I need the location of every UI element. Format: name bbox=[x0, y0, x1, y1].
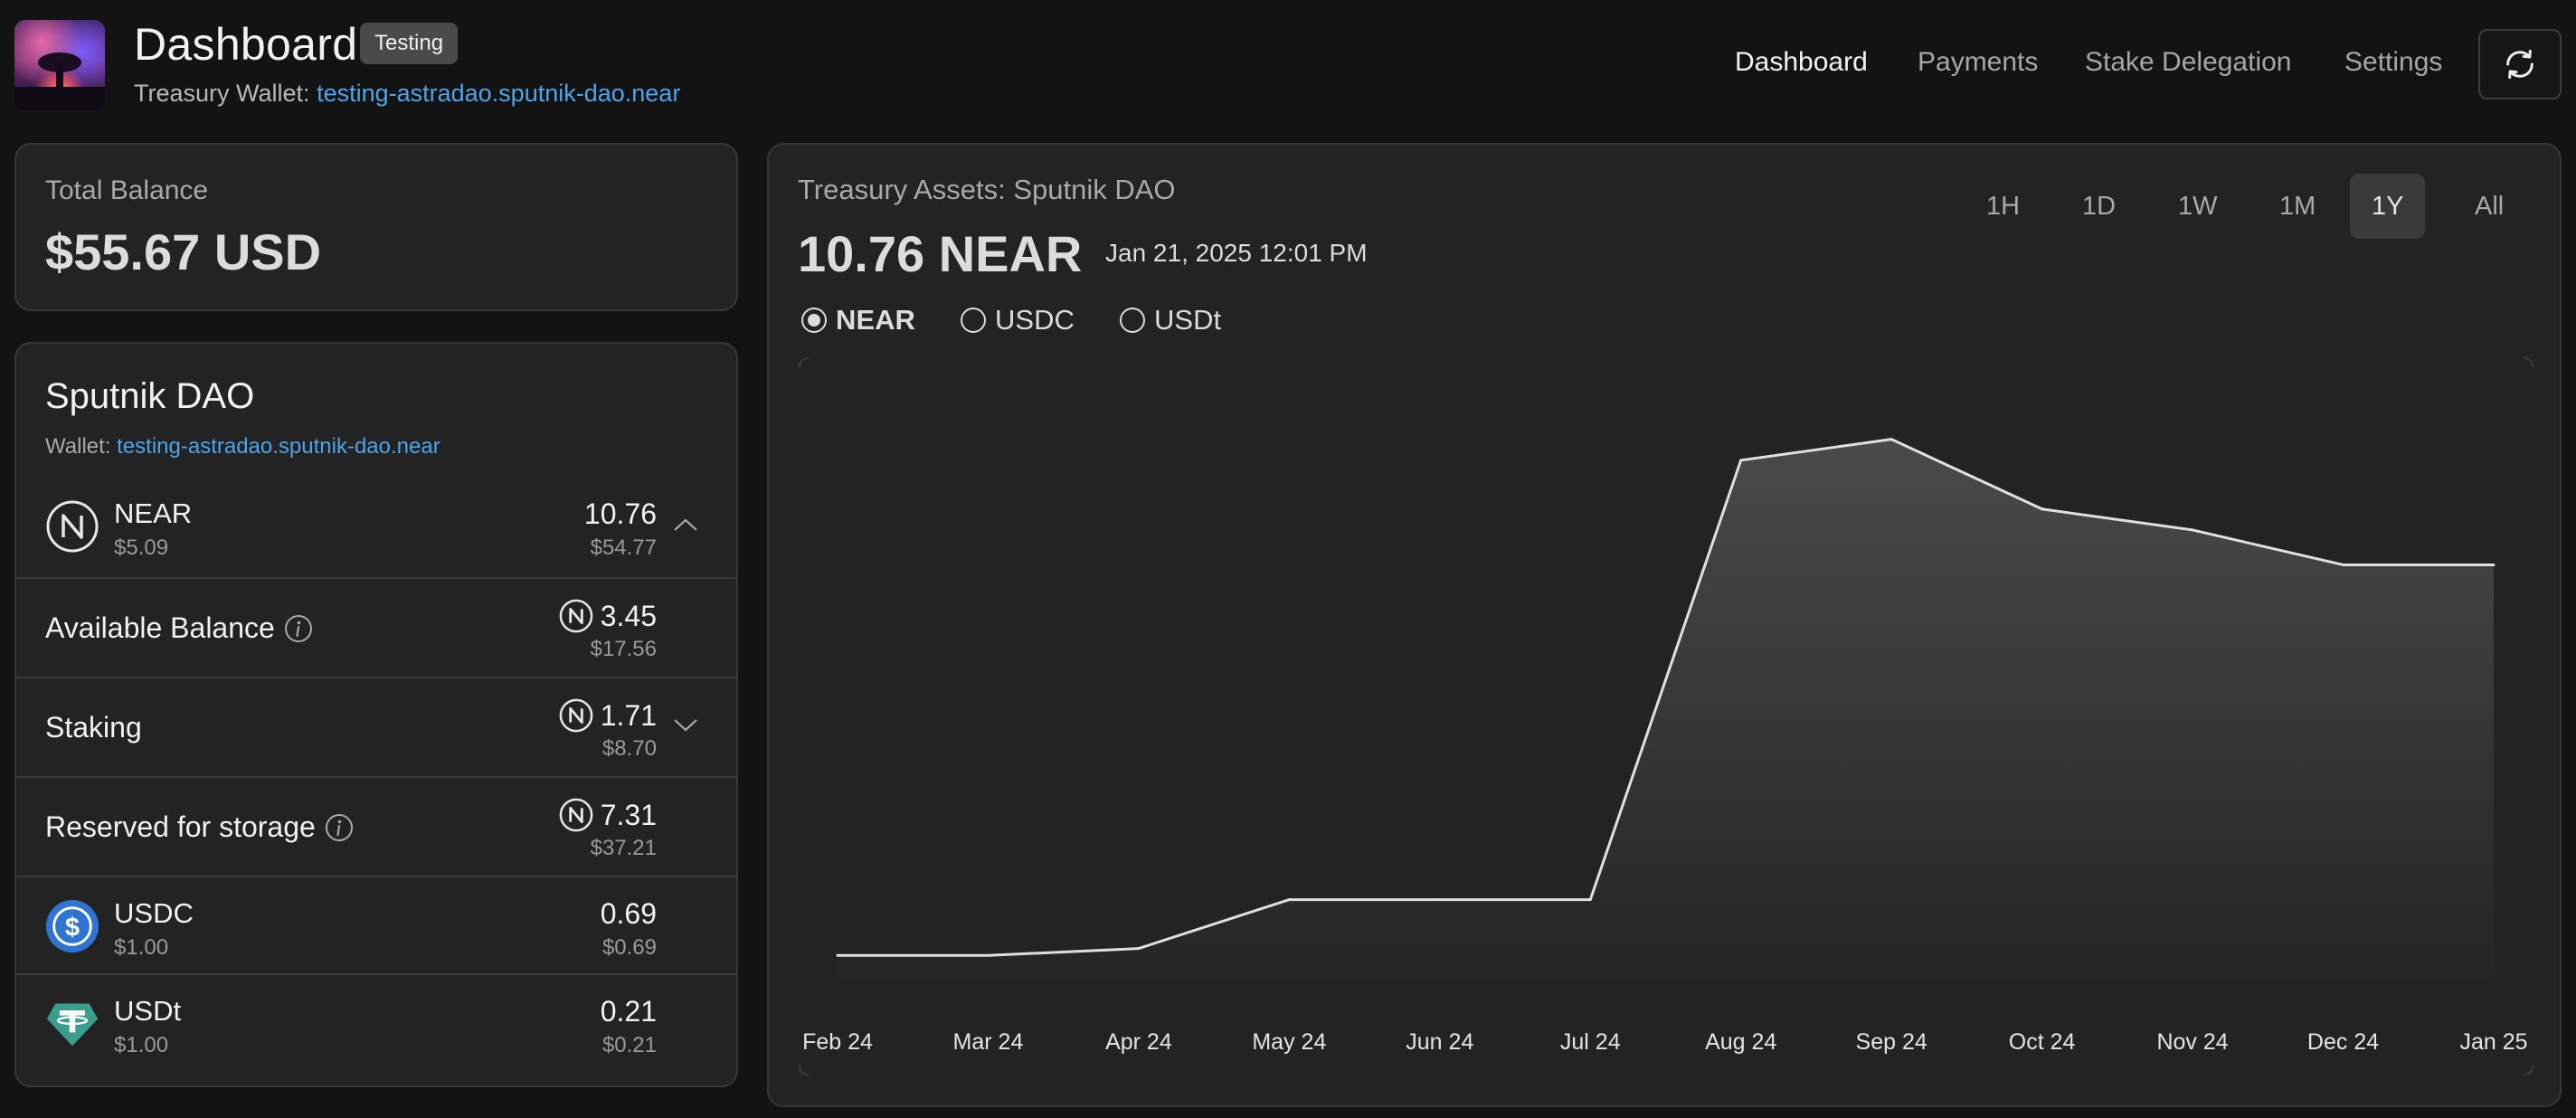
app-header: Dashboard Testing Treasury Wallet: testi… bbox=[0, 0, 2576, 136]
chart-point[interactable] bbox=[985, 952, 990, 958]
chart-point[interactable] bbox=[1286, 897, 1292, 903]
reserved-usd: $37.21 bbox=[590, 836, 657, 860]
total-balance-card: Total Balance $55.67 USD bbox=[14, 143, 738, 311]
asset-row-near[interactable]: NEAR $5.09 10.76 $54.77 bbox=[16, 478, 736, 577]
chart-point[interactable] bbox=[1437, 897, 1443, 903]
total-balance-value: $55.67 USD bbox=[45, 223, 322, 280]
near-available-balance-row: Available Balance 3.45 $17.56 bbox=[16, 577, 736, 677]
asset-price: $1.00 bbox=[114, 935, 169, 960]
staking-amount: 1.71 bbox=[559, 698, 657, 733]
asset-amount: 0.21 bbox=[600, 995, 657, 1028]
x-axis-tick-label: Apr 24 bbox=[1105, 1029, 1172, 1055]
dao-name: Sputnik DAO bbox=[45, 376, 255, 416]
chart-point[interactable] bbox=[1738, 458, 1744, 463]
asset-name: USDC bbox=[114, 897, 194, 929]
dao-wallet-label: Wallet: bbox=[45, 434, 111, 459]
page-title: Dashboard bbox=[134, 19, 358, 70]
treasury-wallet-link[interactable]: testing-astradao.sputnik-dao.near bbox=[317, 80, 680, 107]
asset-price: $5.09 bbox=[114, 535, 169, 560]
dao-assets-card: Sputnik DAO Wallet: testing-astradao.spu… bbox=[14, 342, 738, 1087]
dao-wallet: Wallet: testing-astradao.sputnik-dao.nea… bbox=[45, 434, 440, 460]
chevron-down-icon[interactable] bbox=[671, 711, 700, 740]
chart-corner bbox=[799, 357, 810, 368]
chart-point[interactable] bbox=[1587, 897, 1593, 903]
total-balance-label: Total Balance bbox=[45, 175, 209, 205]
environment-badge: Testing bbox=[360, 23, 459, 64]
info-icon[interactable] bbox=[284, 614, 313, 643]
asset-row-usdc[interactable]: $ USDC $1.00 0.69 $0.69 bbox=[16, 876, 736, 975]
chart-point[interactable] bbox=[2341, 562, 2346, 567]
available-amount: 3.45 bbox=[559, 599, 657, 633]
chart-area-fill bbox=[838, 439, 2494, 1003]
asset-usd-value: $0.21 bbox=[601, 1033, 657, 1057]
asset-name: USDt bbox=[114, 995, 182, 1027]
asset-row-usdt[interactable]: USDt $1.00 0.21 $0.21 bbox=[16, 973, 736, 1073]
chart-corner bbox=[2523, 357, 2533, 368]
balance-area-chart[interactable]: Feb 24 Mar 24 Apr 24 May 24 Jun 24 Jul 24 Aug … bbox=[769, 145, 2563, 1109]
asset-name: NEAR bbox=[114, 497, 193, 529]
near-icon bbox=[559, 698, 593, 733]
staking-usd: $8.70 bbox=[601, 736, 657, 761]
chart-point[interactable] bbox=[1889, 437, 1894, 442]
chart-corner bbox=[799, 1065, 810, 1075]
chart-point[interactable] bbox=[2190, 527, 2195, 533]
near-reserved-storage-row: Reserved for storage 7.31 $37.21 bbox=[16, 776, 736, 876]
reserved-storage-label: Reserved for storage bbox=[45, 810, 354, 844]
available-balance-label: Available Balance bbox=[45, 611, 313, 645]
asset-amount: 10.76 bbox=[583, 497, 657, 530]
x-axis-tick-label: Nov 24 bbox=[2156, 1029, 2228, 1055]
usdt-icon bbox=[45, 997, 99, 1051]
dao-logo bbox=[14, 20, 105, 110]
x-axis-tick-label: Oct 24 bbox=[2009, 1029, 2076, 1055]
chart-point[interactable] bbox=[2491, 562, 2496, 567]
svg-text:$: $ bbox=[65, 914, 80, 943]
x-axis-tick-label: Aug 24 bbox=[1705, 1029, 1776, 1055]
near-staking-row[interactable]: Staking 1.71 $8.70 bbox=[16, 677, 736, 776]
asset-usd-value: $54.77 bbox=[590, 535, 657, 560]
x-axis-tick-label: May 24 bbox=[1252, 1029, 1326, 1055]
refresh-button[interactable] bbox=[2478, 29, 2562, 99]
refresh-icon bbox=[2506, 49, 2533, 80]
treasury-chart-card: Treasury Assets: Sputnik DAO 10.76 NEAR … bbox=[767, 143, 2562, 1107]
chart-corner bbox=[2523, 1065, 2533, 1075]
nav-dashboard[interactable]: Dashboard bbox=[1735, 47, 1868, 78]
treasury-wallet: Treasury Wallet: testing-astradao.sputni… bbox=[134, 80, 680, 108]
near-icon bbox=[559, 798, 593, 832]
info-icon[interactable] bbox=[325, 813, 354, 842]
near-icon bbox=[559, 599, 593, 633]
asset-usd-value: $0.69 bbox=[601, 935, 657, 960]
x-axis-tick-label: Sep 24 bbox=[1856, 1029, 1927, 1055]
usdc-icon: $ bbox=[45, 899, 99, 953]
asset-price: $1.00 bbox=[114, 1033, 169, 1057]
available-usd: $17.56 bbox=[590, 637, 657, 661]
x-axis-tick-label: Jun 24 bbox=[1406, 1029, 1473, 1055]
chart-point[interactable] bbox=[1136, 946, 1141, 952]
chevron-up-icon[interactable] bbox=[671, 510, 700, 539]
x-axis-tick-label: Mar 24 bbox=[953, 1029, 1024, 1055]
staking-label: Staking bbox=[45, 711, 142, 744]
chart-point[interactable] bbox=[835, 952, 840, 958]
x-axis-tick-label: Dec 24 bbox=[2307, 1029, 2379, 1055]
nav-payments[interactable]: Payments bbox=[1918, 47, 2038, 78]
nav-stake-delegation[interactable]: Stake Delegation bbox=[2085, 47, 2292, 78]
reserved-amount: 7.31 bbox=[559, 798, 657, 832]
x-axis-tick-label: Jul 24 bbox=[1560, 1029, 1621, 1055]
nav-settings[interactable]: Settings bbox=[2344, 47, 2442, 78]
near-icon bbox=[45, 499, 99, 554]
treasury-wallet-label: Treasury Wallet: bbox=[134, 80, 310, 107]
asset-amount: 0.69 bbox=[600, 897, 657, 930]
x-axis-tick-label: Jan 25 bbox=[2459, 1029, 2527, 1055]
x-axis-tick-label: Feb 24 bbox=[802, 1029, 873, 1055]
chart-point[interactable] bbox=[2040, 507, 2045, 512]
dao-wallet-link[interactable]: testing-astradao.sputnik-dao.near bbox=[117, 434, 440, 459]
